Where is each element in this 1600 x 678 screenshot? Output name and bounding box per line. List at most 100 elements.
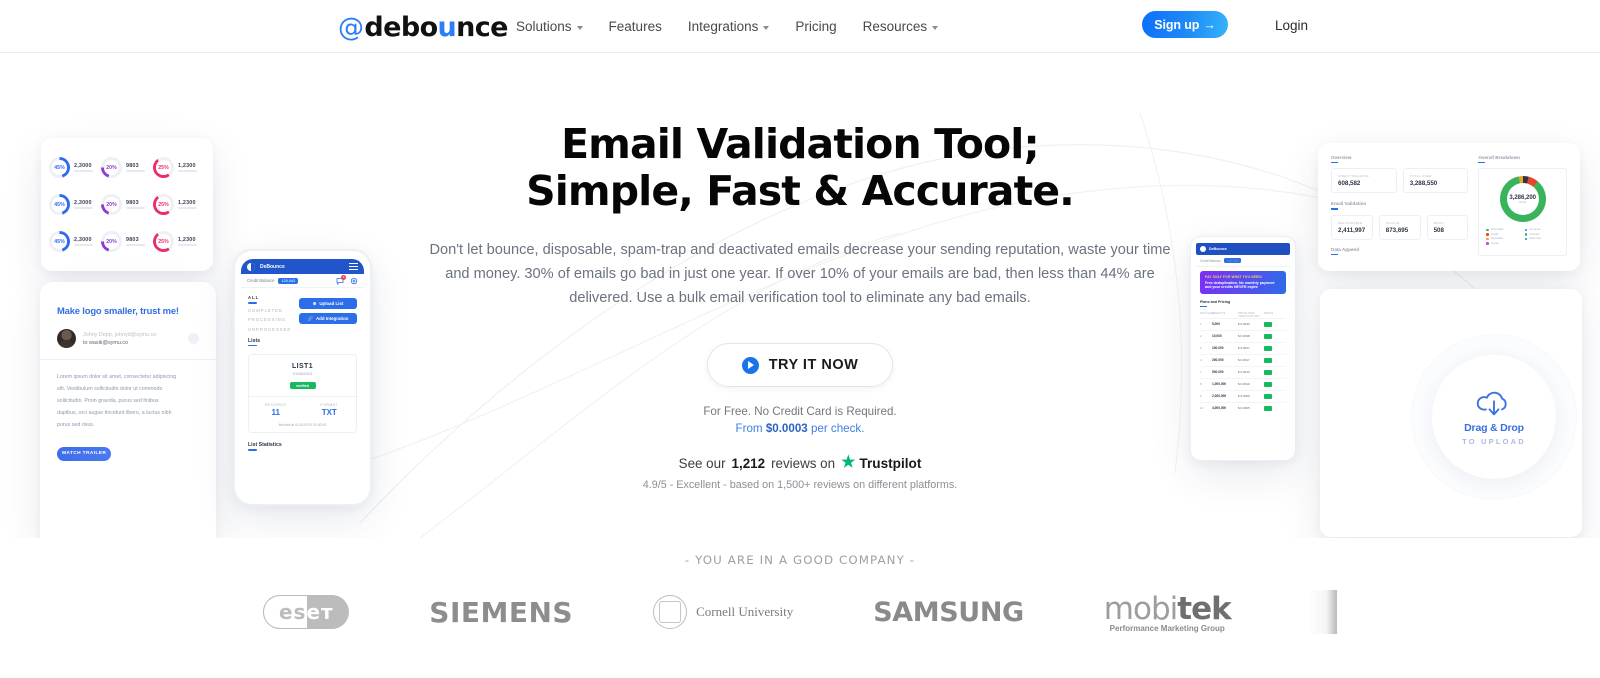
donut-chart: 20% xyxy=(101,231,122,252)
row-credits: 10,000 xyxy=(1212,334,1222,339)
price-note: From $0.0003 per check. xyxy=(400,422,1200,435)
pricing-screen: DeBounce Credit Balance 120,042 PAY ONLY… xyxy=(1196,243,1290,454)
buy-button[interactable] xyxy=(1264,321,1272,327)
logo-eset: es eт xyxy=(263,595,350,629)
hero-section: Email Validation Tool; Simple, Fast & Ac… xyxy=(0,53,1600,538)
email-body-line: sollicitudin. Proin gravida, purus sed f… xyxy=(57,397,159,404)
legend-item: Invalid xyxy=(1486,233,1520,236)
trustpilot-label: Trustpilot xyxy=(859,455,922,471)
try-it-now-button[interactable]: TRY IT NOW xyxy=(707,343,893,388)
table-row[interactable]: 3 100,000 $ 0.0027 xyxy=(1200,341,1286,354)
dropzone-target[interactable]: Drag & Drop TO UPLOAD xyxy=(1432,355,1556,479)
donut-value: 9803 xyxy=(126,236,139,243)
upload-list-button[interactable]: ⊕ Upload List xyxy=(299,298,357,309)
promo-banner-headline: PAY ONLY FOR WHAT YOU NEED! xyxy=(1205,275,1263,279)
logo-mobitek: mobitek Performance Marketing Group xyxy=(1103,591,1232,633)
action-buttons: ⊕ Upload List 🔗 Add Integration xyxy=(299,298,357,324)
trust-prefix: See our xyxy=(678,455,726,471)
price-value: $0.0003 xyxy=(765,422,808,436)
table-row[interactable]: 7 500,000 $ 0.0013 xyxy=(1200,365,1286,378)
nav-item-resources[interactable]: Resources xyxy=(863,19,939,34)
phone-screen: DeBounce Credit Balance 120,042 3 ALL CO… xyxy=(241,259,364,496)
chart-legend: Deliverable Accept-all Invalid Unknown D… xyxy=(1486,228,1559,245)
stat-value: 3,288,550 xyxy=(1409,180,1438,188)
more-options-icon[interactable] xyxy=(188,333,199,344)
table-row[interactable]: 8 1,000,000 $ 0.0010 xyxy=(1200,377,1286,390)
row-price: $ 0.0038 xyxy=(1238,334,1250,339)
row-credits: 200,000 xyxy=(1212,358,1224,363)
table-row[interactable]: 2 10,000 $ 0.0038 xyxy=(1200,329,1286,342)
logo-text-part2: u xyxy=(437,12,457,43)
donut-cell: 45% 2,3000 xyxy=(49,223,101,260)
stat-box: DELIVERABLE 2,411,997 xyxy=(1331,214,1373,240)
buy-button[interactable] xyxy=(1264,393,1272,399)
row-number: 8 xyxy=(1200,382,1202,387)
eset-part-a: es xyxy=(278,600,307,624)
donut-value: 1,2300 xyxy=(178,199,196,206)
star-icon: ★ xyxy=(841,454,856,472)
watch-trailer-button[interactable]: WATCH TRAILER xyxy=(57,446,111,461)
donut-cell: 20% 9803 xyxy=(101,186,153,223)
table-row[interactable]: 1 5,000 $ 0.0040 xyxy=(1200,317,1286,330)
buy-button[interactable] xyxy=(1264,345,1272,351)
buy-button[interactable] xyxy=(1264,405,1272,411)
signup-button[interactable]: Sign up → xyxy=(1142,11,1228,38)
page-title: Email Validation Tool; Simple, Fast & Ac… xyxy=(400,121,1200,214)
login-link[interactable]: Login xyxy=(1275,18,1308,33)
nav-item-solutions[interactable]: Solutions xyxy=(516,19,583,34)
tab-unprocessed[interactable]: UNPROCESSED xyxy=(248,327,357,332)
section-underline xyxy=(1200,305,1207,307)
donut-cell: 25% 1,2300 xyxy=(153,223,205,260)
legend-label: Disposable xyxy=(1490,237,1504,241)
legend-item: Syntax xyxy=(1486,242,1520,245)
notifications-icon[interactable]: 3 xyxy=(336,274,346,285)
trustpilot-rating[interactable]: See our 1,212 reviews on ★ Trustpilot xyxy=(400,455,1200,471)
buy-button[interactable] xyxy=(1264,357,1272,363)
email-validation-label: Email Validation xyxy=(1331,201,1367,207)
row-number: 9 xyxy=(1200,394,1202,399)
hamburger-menu-icon[interactable] xyxy=(349,263,358,270)
gear-icon[interactable] xyxy=(350,277,358,285)
row-credits: 2,000,000 xyxy=(1212,394,1227,399)
debounce-logo[interactable]: @ debo u nce xyxy=(338,12,509,43)
app-logo-icon xyxy=(247,262,255,271)
nav-item-integrations[interactable]: Integrations xyxy=(688,19,770,34)
credit-balance-label: Credit Balance xyxy=(247,278,275,283)
nav-item-features[interactable]: Features xyxy=(609,19,662,34)
email-to: to wasik@symu.co xyxy=(83,339,129,346)
add-integration-button[interactable]: 🔗 Add Integration xyxy=(299,313,357,324)
pricing-table-header: PACKAGE CREDITS PRICE PER VERIFICATION P… xyxy=(1200,312,1286,318)
cta-label: TRY IT NOW xyxy=(768,357,859,374)
donut-chart: 25% xyxy=(153,231,174,252)
buy-button[interactable] xyxy=(1264,381,1272,387)
breakdown-chart-box: 3,286,200 TOTAL Deliverable Accept-all I… xyxy=(1478,168,1567,257)
buy-button[interactable] xyxy=(1264,369,1272,375)
logo-at-icon: @ xyxy=(338,13,364,43)
stat-box: INVALID 873,695 xyxy=(1378,214,1421,240)
mobitek-part2: tek xyxy=(1177,591,1231,627)
headline-line-2: Simple, Fast & Accurate. xyxy=(526,166,1075,215)
headline-line-1: Email Validation Tool; xyxy=(561,120,1040,168)
table-row[interactable]: 4 200,000 $ 0.0017 xyxy=(1200,353,1286,366)
promo-banner: PAY ONLY FOR WHAT YOU NEED! Free dedupli… xyxy=(1200,271,1286,295)
table-row[interactable]: 9 2,000,000 $ 0.0006 xyxy=(1200,389,1286,402)
buy-button[interactable] xyxy=(1264,333,1272,339)
donut-pct: 25% xyxy=(158,201,169,208)
donut-pct: 20% xyxy=(106,238,117,245)
donut-chart: 25% xyxy=(153,157,174,178)
logo-text-part3: nce xyxy=(456,12,508,43)
donut-pct: 45% xyxy=(54,238,65,245)
mobitek-part1: mobi xyxy=(1103,591,1178,627)
stat-value: 608,582 xyxy=(1338,180,1361,188)
dropzone-mockup: Drag & Drop TO UPLOAD xyxy=(1320,289,1582,537)
list-date: 01/28/2019 xyxy=(292,372,312,377)
col-price-per: PRICE PER VERIFICATION xyxy=(1238,311,1260,318)
data-append-label: Data Append xyxy=(1331,246,1360,252)
row-number: 3 xyxy=(1200,346,1202,351)
format-label: FORMAT xyxy=(320,403,339,408)
nav-item-pricing[interactable]: Pricing xyxy=(795,19,836,34)
dropzone-rings: Drag & Drop TO UPLOAD xyxy=(1412,335,1576,499)
table-row[interactable]: 10 4,000,000 $ 0.0005 xyxy=(1200,401,1286,414)
list-card[interactable]: LIST1 01/28/2019 verified RECORDS 11 FOR… xyxy=(248,354,357,434)
legend-item: Disposable xyxy=(1486,237,1520,240)
